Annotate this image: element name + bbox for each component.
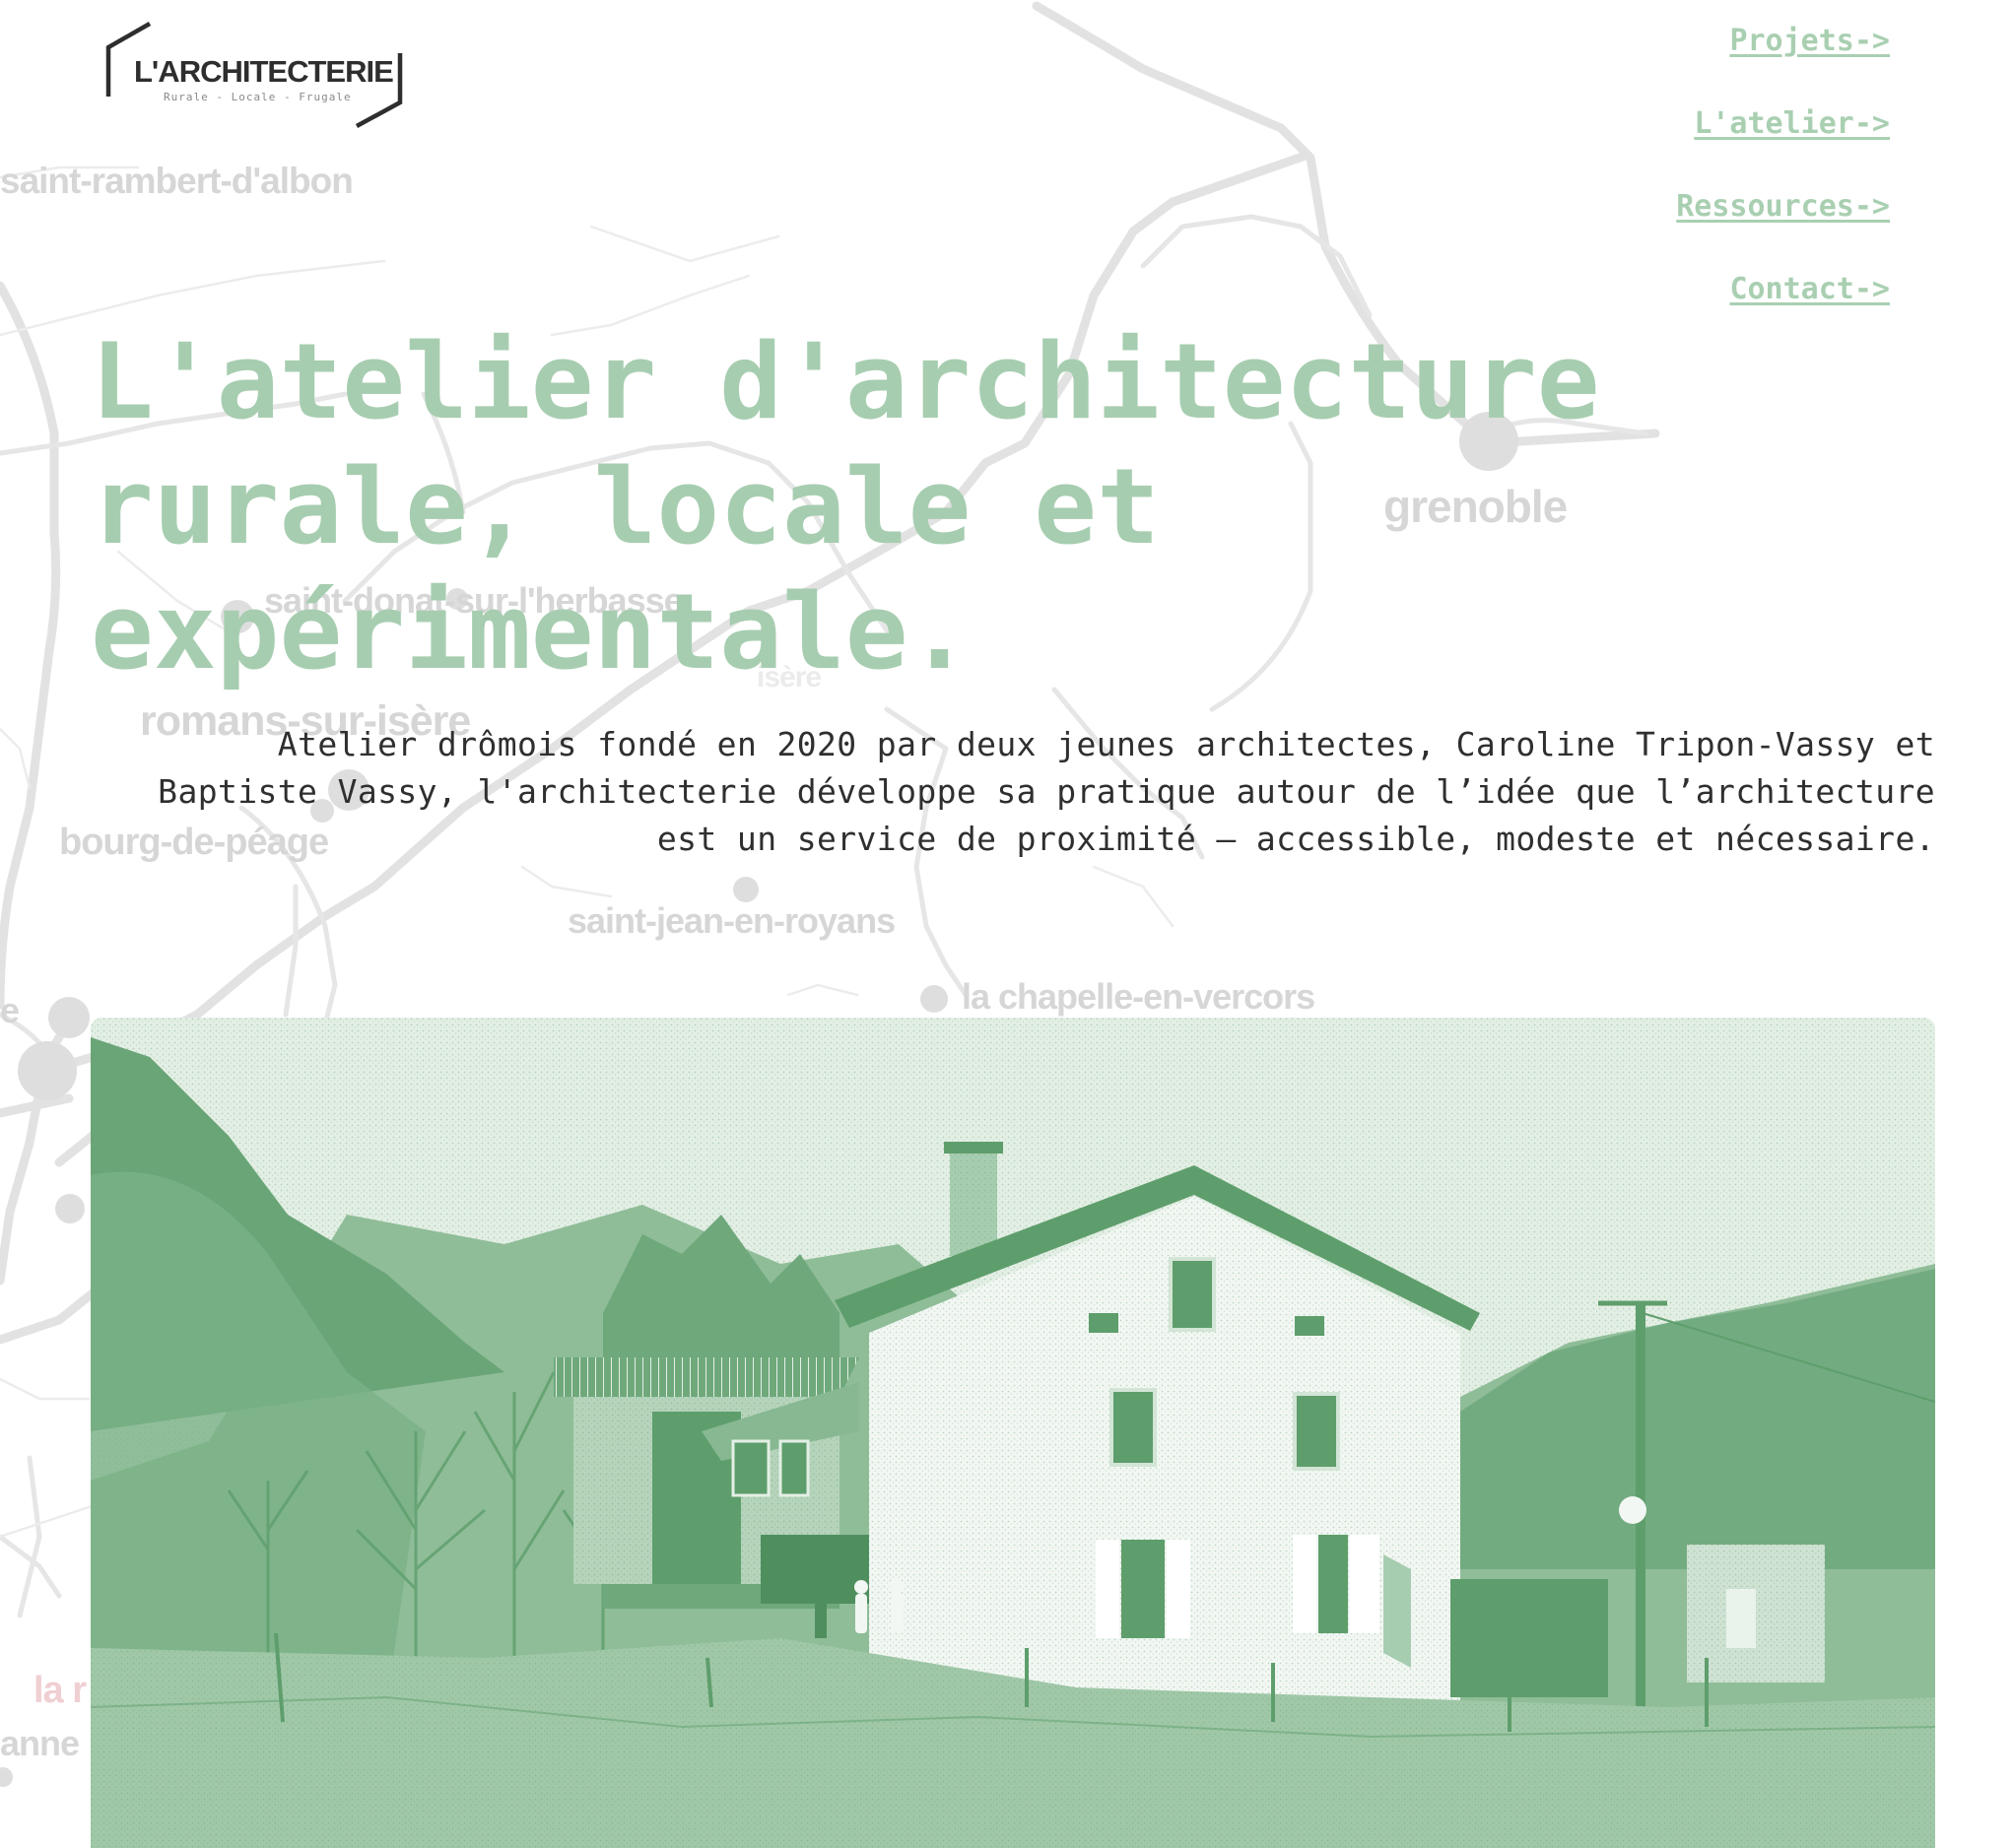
map-label-la-r: la r xyxy=(34,1670,87,1711)
nav-link-ressources[interactable]: Ressources-> xyxy=(1676,187,1890,227)
main-nav: Projets-> L'atelier-> Ressources-> Conta… xyxy=(1676,22,1890,353)
hero-title: L'atelier d'architecture rurale, locale … xyxy=(91,321,1600,693)
nav-link-projets[interactable]: Projets-> xyxy=(1676,22,1890,61)
intro-paragraph: Atelier drômois fondé en 2020 par deux j… xyxy=(158,725,1935,858)
map-label-anne: anne xyxy=(0,1723,79,1763)
map-label-saint-rambert: saint-rambert-d'albon xyxy=(0,161,353,201)
map-label-la-chapelle: la chapelle-en-vercors xyxy=(962,976,1314,1017)
nav-link-contact[interactable]: Contact-> xyxy=(1676,270,1890,309)
logo-tagline: Rurale - Locale - Frugale xyxy=(164,91,352,103)
nav-link-atelier[interactable]: L'atelier-> xyxy=(1676,104,1890,144)
map-label-e: e xyxy=(0,990,19,1030)
logo[interactable]: L'ARCHITECTERIE Rurale - Locale - Frugal… xyxy=(104,22,404,128)
house-photo-illustration xyxy=(91,1018,1935,1848)
logo-name: L'ARCHITECTERIE xyxy=(134,54,394,89)
map-label-saint-jean: saint-jean-en-royans xyxy=(568,900,895,941)
hero-photo xyxy=(91,1018,1935,1848)
